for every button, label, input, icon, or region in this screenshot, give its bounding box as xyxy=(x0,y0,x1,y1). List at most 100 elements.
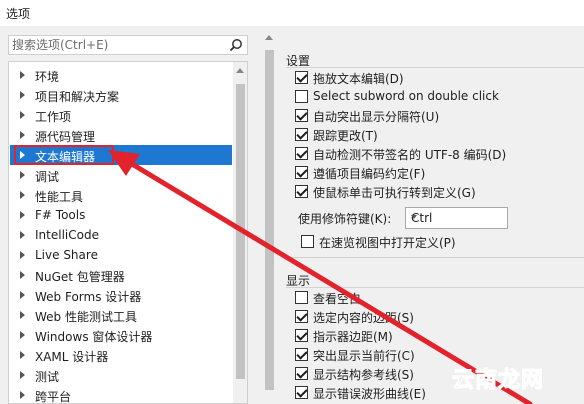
expand-arrow-icon[interactable] xyxy=(20,291,25,299)
option-label: Select subword on double click xyxy=(313,89,499,103)
tree-scrollbar[interactable] xyxy=(233,62,247,403)
expand-arrow-icon[interactable] xyxy=(20,191,25,199)
checkbox[interactable] xyxy=(295,348,308,361)
tree-item-debugging[interactable]: 调试 xyxy=(10,165,232,185)
expand-arrow-icon[interactable] xyxy=(20,271,25,279)
title-bar: 选项 xyxy=(0,0,584,26)
checkbox[interactable] xyxy=(295,147,308,160)
tree-item-label: 环境 xyxy=(35,70,60,84)
chevron-down-icon[interactable] xyxy=(411,215,417,219)
option-project-encoding[interactable]: 遵循项目编码约定(F) xyxy=(295,164,584,182)
expand-arrow-icon[interactable] xyxy=(20,331,25,339)
tree-item-projects-solutions[interactable]: 项目和解决方案 xyxy=(10,85,232,105)
tree-item-label: 调试 xyxy=(35,170,60,184)
tree-item-label: Live Share xyxy=(35,248,98,262)
option-indicator-margin[interactable]: 指示器边距(M) xyxy=(295,327,584,345)
tree-item-test[interactable]: 测试 xyxy=(10,365,232,385)
expand-arrow-icon[interactable] xyxy=(20,111,25,119)
checkbox[interactable] xyxy=(295,386,308,399)
expand-arrow-icon[interactable] xyxy=(20,171,25,179)
section-divider xyxy=(286,257,584,258)
watermark-text: 云南龙网 xyxy=(451,368,545,394)
tree-item-nuget[interactable]: NuGet 包管理器 xyxy=(10,265,232,285)
section-divider xyxy=(286,287,584,288)
search-box[interactable] xyxy=(8,35,248,55)
option-label: 拖放文本编辑(D) xyxy=(313,72,404,86)
option-selection-margin[interactable]: 选定内容的边距(S) xyxy=(295,308,584,326)
checkbox[interactable] xyxy=(295,329,308,342)
expand-arrow-icon[interactable] xyxy=(20,351,25,359)
expand-arrow-icon[interactable] xyxy=(20,251,25,259)
checkbox[interactable] xyxy=(301,235,314,248)
settings-scrollbar[interactable] xyxy=(262,30,276,404)
tree-item-web-forms-designer[interactable]: Web Forms 设计器 xyxy=(10,285,232,305)
tree-item-fsharp-tools[interactable]: F# Tools xyxy=(10,205,232,225)
expand-arrow-icon[interactable] xyxy=(20,231,25,239)
checkbox[interactable] xyxy=(295,291,308,304)
tree-item-label: 工作项 xyxy=(35,110,72,124)
checkbox[interactable] xyxy=(295,185,308,198)
modifier-key-select[interactable]: Ctrl xyxy=(405,207,508,229)
scroll-up-icon[interactable] xyxy=(236,68,244,73)
tree-item-environment[interactable]: 环境 xyxy=(10,65,232,85)
tree-item-work-items[interactable]: 工作项 xyxy=(10,105,232,125)
option-drag-drop-edit[interactable]: 拖放文本编辑(D) xyxy=(295,69,584,87)
search-icon[interactable] xyxy=(229,38,243,52)
option-detect-utf8[interactable]: 自动检测不带签名的 UTF-8 编码(D) xyxy=(295,145,584,163)
tree-item-intellicode[interactable]: IntelliCode xyxy=(10,225,232,245)
option-open-in-peek[interactable]: 在速览视图中打开定义(P) xyxy=(301,233,584,251)
checkbox[interactable] xyxy=(295,166,308,179)
expand-arrow-icon[interactable] xyxy=(20,391,25,399)
tree-item-live-share[interactable]: Live Share xyxy=(10,245,232,265)
tree-item-label: IntelliCode xyxy=(35,228,99,242)
tree-item-label: 性能工具 xyxy=(35,190,84,204)
options-tree[interactable]: 环境 项目和解决方案 工作项 源代码管理 文本编辑器 调试 性能工具 F# To… xyxy=(8,61,248,404)
checkbox[interactable] xyxy=(295,128,308,141)
tree-item-label: 源代码管理 xyxy=(35,130,96,144)
checkbox[interactable] xyxy=(295,367,308,380)
option-label: 在速览视图中打开定义(P) xyxy=(319,236,456,250)
option-label: 使鼠标单击可执行转到定义(G) xyxy=(313,186,476,200)
window-title: 选项 xyxy=(6,7,31,21)
option-label: 查看空白 xyxy=(313,292,362,306)
option-label: 显示结构参考线(S) xyxy=(313,368,414,382)
expand-arrow-icon[interactable] xyxy=(20,311,25,319)
modifier-key-label: 使用修饰符键(K): xyxy=(298,212,392,226)
expand-arrow-icon[interactable] xyxy=(20,71,25,79)
tree-item-label: XAML 设计器 xyxy=(35,350,109,364)
checkbox[interactable] xyxy=(295,90,308,103)
settings-scrollbar-thumb[interactable] xyxy=(265,50,274,390)
option-label: 自动检测不带签名的 UTF-8 编码(D) xyxy=(313,148,507,162)
scroll-up-icon[interactable] xyxy=(265,35,273,40)
tree-item-label: NuGet 包管理器 xyxy=(35,270,125,284)
tree-item-text-editor[interactable]: 文本编辑器 xyxy=(10,145,232,165)
tree-item-label: 项目和解决方案 xyxy=(35,90,120,104)
expand-arrow-icon[interactable] xyxy=(20,131,25,139)
search-input[interactable] xyxy=(12,37,222,53)
option-label: 显示错误波形曲线(E) xyxy=(313,387,426,401)
option-track-changes[interactable]: 跟踪更改(T) xyxy=(295,126,584,144)
tree-item-xaml-designer[interactable]: XAML 设计器 xyxy=(10,345,232,365)
checkbox[interactable] xyxy=(295,109,308,122)
option-select-subword[interactable]: Select subword on double click xyxy=(295,88,584,106)
option-click-go-to-definition[interactable]: 使鼠标单击可执行转到定义(G) xyxy=(295,183,584,201)
checkbox[interactable] xyxy=(295,71,308,84)
option-view-whitespace[interactable]: 查看空白 xyxy=(295,289,584,307)
tree-item-web-perf-test[interactable]: Web 性能测试工具 xyxy=(10,305,232,325)
tree-item-label: Windows 窗体设计器 xyxy=(35,330,153,344)
tree-item-performance-tools[interactable]: 性能工具 xyxy=(10,185,232,205)
option-label: 指示器边距(M) xyxy=(313,330,393,344)
expand-arrow-icon[interactable] xyxy=(20,371,25,379)
option-highlight-delimiters[interactable]: 自动突出显示分隔符(U) xyxy=(295,107,584,125)
tree-item-source-control[interactable]: 源代码管理 xyxy=(10,125,232,145)
checkbox[interactable] xyxy=(295,310,308,323)
expand-arrow-icon[interactable] xyxy=(20,211,25,219)
tree-item-windows-forms-designer[interactable]: Windows 窗体设计器 xyxy=(10,325,232,345)
tree-scrollbar-thumb[interactable] xyxy=(236,84,245,379)
tree-item-label: F# Tools xyxy=(35,208,86,222)
tree-item-cross-platform[interactable]: 跨平台 xyxy=(10,385,232,403)
option-label: 选定内容的边距(S) xyxy=(313,311,414,325)
expand-arrow-icon[interactable] xyxy=(20,91,25,99)
option-label: 自动突出显示分隔符(U) xyxy=(313,110,440,124)
section-divider xyxy=(286,67,584,68)
